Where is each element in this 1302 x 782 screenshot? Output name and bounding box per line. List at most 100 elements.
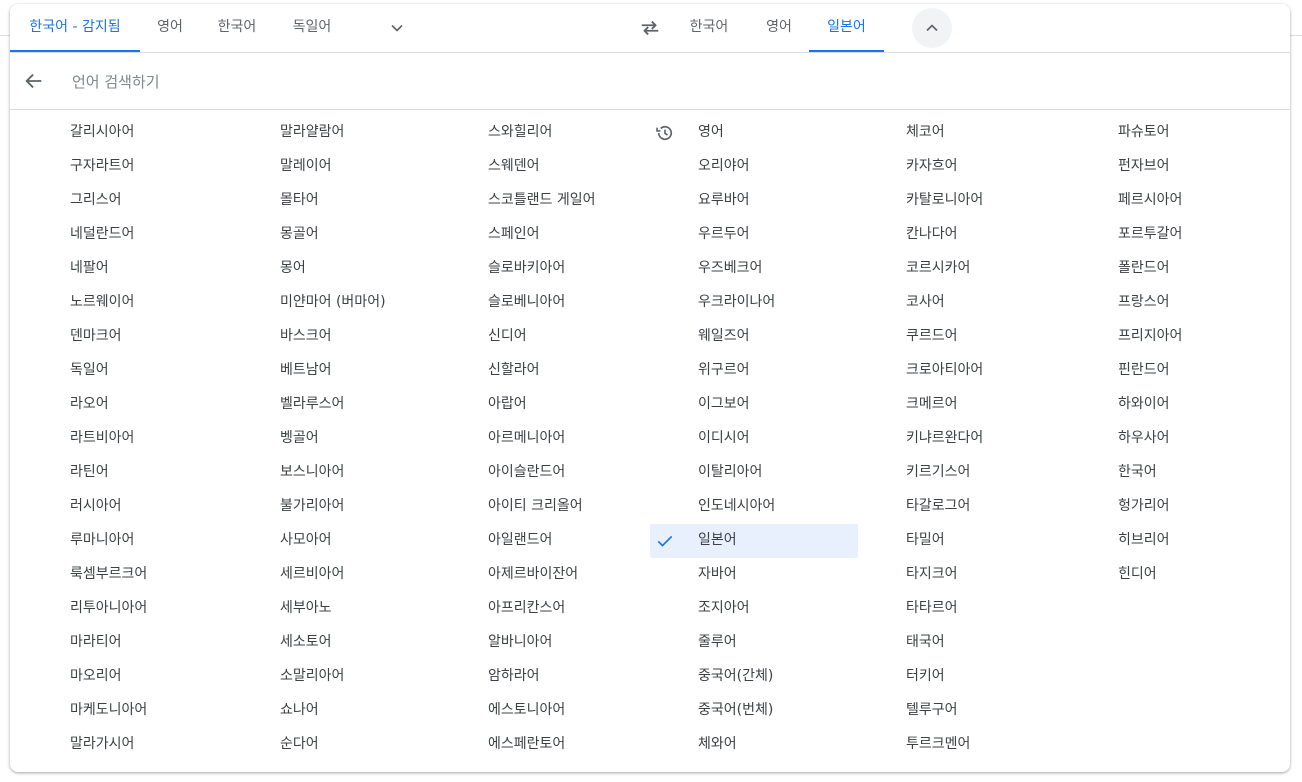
language-item[interactable]: 카탈로니아어 — [858, 184, 1066, 218]
language-item[interactable]: 암하라어 — [440, 660, 648, 694]
language-item[interactable]: 아르메니아어 — [440, 422, 648, 456]
language-item[interactable]: 구자라트어 — [22, 150, 230, 184]
language-item[interactable]: 웨일즈어 — [650, 320, 858, 354]
language-item[interactable]: 하와이어 — [1070, 388, 1278, 422]
language-item[interactable]: 텔루구어 — [858, 694, 1066, 728]
language-item[interactable]: 하우사어 — [1070, 422, 1278, 456]
language-item[interactable]: 우크라이나어 — [650, 286, 858, 320]
language-item-selected[interactable]: 일본어 — [650, 524, 858, 558]
language-item[interactable]: 타타르어 — [858, 592, 1066, 626]
language-item[interactable]: 페르시아어 — [1070, 184, 1278, 218]
language-item[interactable]: 독일어 — [22, 354, 230, 388]
language-item[interactable]: 펀자브어 — [1070, 150, 1278, 184]
language-item[interactable]: 신할라어 — [440, 354, 648, 388]
language-item[interactable]: 타갈로그어 — [858, 490, 1066, 524]
language-item[interactable]: 중국어(번체) — [650, 694, 858, 728]
language-item[interactable]: 우즈베크어 — [650, 252, 858, 286]
language-item[interactable]: 우르두어 — [650, 218, 858, 252]
language-item[interactable]: 헝가리어 — [1070, 490, 1278, 524]
language-item[interactable]: 마오리어 — [22, 660, 230, 694]
language-item[interactable]: 포르투갈어 — [1070, 218, 1278, 252]
language-item[interactable]: 아제르바이잔어 — [440, 558, 648, 592]
language-item[interactable]: 터키어 — [858, 660, 1066, 694]
language-item[interactable]: 순다어 — [232, 728, 440, 762]
language-item[interactable]: 칸나다어 — [858, 218, 1066, 252]
language-item[interactable]: 쇼나어 — [232, 694, 440, 728]
language-item[interactable]: 아이티 크리올어 — [440, 490, 648, 524]
language-item[interactable]: 소말리아어 — [232, 660, 440, 694]
language-item[interactable]: 조지아어 — [650, 592, 858, 626]
language-item[interactable]: 그리스어 — [22, 184, 230, 218]
language-item[interactable]: 줄루어 — [650, 626, 858, 660]
language-item[interactable]: 덴마크어 — [22, 320, 230, 354]
language-item[interactable]: 말레이어 — [232, 150, 440, 184]
language-item[interactable]: 사모아어 — [232, 524, 440, 558]
swap-languages-button[interactable] — [630, 8, 670, 48]
language-item[interactable]: 힌디어 — [1070, 558, 1278, 592]
language-item[interactable]: 말라얄람어 — [232, 116, 440, 150]
language-item[interactable]: 오리야어 — [650, 150, 858, 184]
language-item[interactable]: 알바니아어 — [440, 626, 648, 660]
source-tab-detected[interactable]: 한국어 - 감지됨 — [10, 4, 140, 52]
language-item[interactable]: 중국어(간체) — [650, 660, 858, 694]
language-item[interactable]: 핀란드어 — [1070, 354, 1278, 388]
language-item[interactable]: 바스크어 — [232, 320, 440, 354]
language-item[interactable]: 루마니아어 — [22, 524, 230, 558]
language-item[interactable]: 타밀어 — [858, 524, 1066, 558]
language-item[interactable]: 몽어 — [232, 252, 440, 286]
source-tab-german[interactable]: 독일어 — [280, 4, 344, 52]
more-source-languages-button[interactable] — [377, 8, 417, 48]
language-item[interactable]: 태국어 — [858, 626, 1066, 660]
language-item[interactable]: 스페인어 — [440, 218, 648, 252]
language-item[interactable]: 폴란드어 — [1070, 252, 1278, 286]
language-item[interactable]: 라틴어 — [22, 456, 230, 490]
language-item[interactable]: 영어 — [650, 116, 858, 150]
language-item[interactable]: 한국어 — [1070, 456, 1278, 490]
language-item[interactable]: 마케도니아어 — [22, 694, 230, 728]
language-item[interactable]: 코르시카어 — [858, 252, 1066, 286]
source-tab-english[interactable]: 영어 — [142, 4, 198, 52]
language-item[interactable]: 프리지아어 — [1070, 320, 1278, 354]
language-item[interactable]: 신디어 — [440, 320, 648, 354]
language-item[interactable]: 몰타어 — [232, 184, 440, 218]
language-item[interactable]: 카자흐어 — [858, 150, 1066, 184]
language-item[interactable]: 세르비아어 — [232, 558, 440, 592]
language-item[interactable]: 키르기스어 — [858, 456, 1066, 490]
language-item[interactable]: 네팔어 — [22, 252, 230, 286]
language-item[interactable]: 라트비아어 — [22, 422, 230, 456]
language-item[interactable]: 슬로베니아어 — [440, 286, 648, 320]
language-item[interactable]: 보스니아어 — [232, 456, 440, 490]
language-item[interactable]: 자바어 — [650, 558, 858, 592]
language-item[interactable]: 라오어 — [22, 388, 230, 422]
language-item[interactable]: 미얀마어 (버마어) — [232, 286, 440, 320]
language-item[interactable]: 네덜란드어 — [22, 218, 230, 252]
language-item[interactable]: 아일랜드어 — [440, 524, 648, 558]
language-item[interactable]: 슬로바키아어 — [440, 252, 648, 286]
language-item[interactable]: 인도네시아어 — [650, 490, 858, 524]
target-tab-korean[interactable]: 한국어 — [678, 4, 740, 52]
language-item[interactable]: 요루바어 — [650, 184, 858, 218]
language-item[interactable]: 말라가시어 — [22, 728, 230, 762]
language-item[interactable]: 리투아니아어 — [22, 592, 230, 626]
language-item[interactable]: 이탈리아어 — [650, 456, 858, 490]
language-item[interactable]: 이디시어 — [650, 422, 858, 456]
language-item[interactable]: 아프리칸스어 — [440, 592, 648, 626]
language-item[interactable]: 스코틀랜드 게일어 — [440, 184, 648, 218]
language-item[interactable]: 스와힐리어 — [440, 116, 648, 150]
language-item[interactable]: 타지크어 — [858, 558, 1066, 592]
language-item[interactable]: 불가리아어 — [232, 490, 440, 524]
language-item[interactable]: 노르웨이어 — [22, 286, 230, 320]
language-search-input[interactable] — [70, 61, 674, 103]
language-item[interactable]: 아이슬란드어 — [440, 456, 648, 490]
language-item[interactable]: 체코어 — [858, 116, 1066, 150]
language-item[interactable]: 룩셈부르크어 — [22, 558, 230, 592]
target-tab-japanese[interactable]: 일본어 — [809, 4, 884, 52]
language-item[interactable]: 세부아노 — [232, 592, 440, 626]
language-item[interactable]: 베트남어 — [232, 354, 440, 388]
language-item[interactable]: 스웨덴어 — [440, 150, 648, 184]
language-item[interactable]: 크로아티아어 — [858, 354, 1066, 388]
language-item[interactable]: 히브리어 — [1070, 524, 1278, 558]
language-item[interactable]: 세소토어 — [232, 626, 440, 660]
language-item[interactable]: 쿠르드어 — [858, 320, 1066, 354]
language-item[interactable]: 벵골어 — [232, 422, 440, 456]
